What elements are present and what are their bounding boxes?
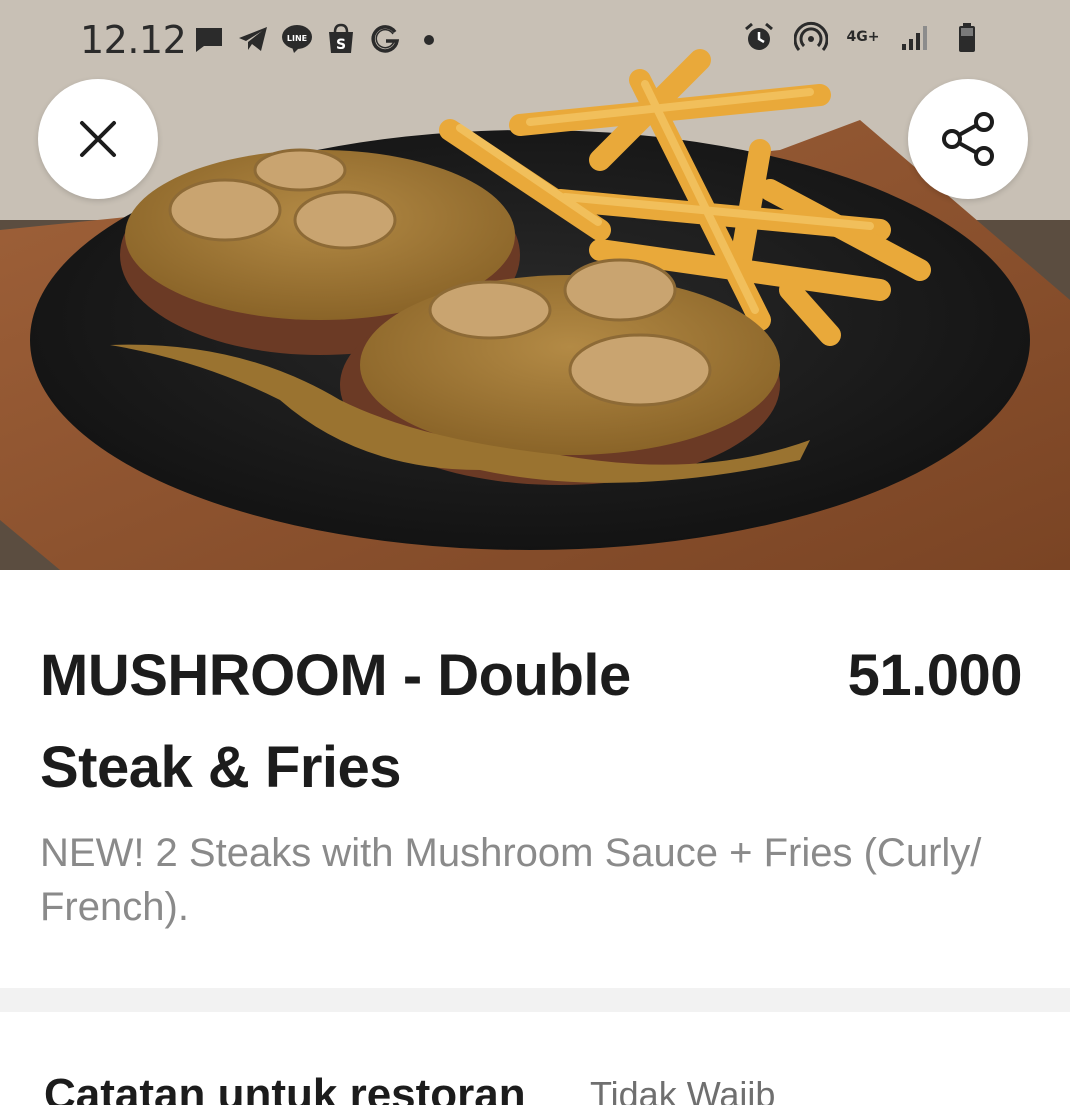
network-4g-icon: 4G+ <box>846 29 880 45</box>
telegram-icon <box>236 22 270 56</box>
close-button[interactable] <box>38 79 158 199</box>
signal-icon <box>898 20 932 54</box>
hotspot-icon <box>794 20 828 54</box>
system-icons: 4G+ <box>742 20 984 54</box>
food-hero-image: 12.12 LINE S 4G+ <box>0 0 1070 570</box>
shopee-icon: S <box>324 22 358 56</box>
chat-bubble-icon <box>192 22 226 56</box>
share-icon <box>942 112 994 166</box>
battery-icon <box>950 20 984 54</box>
item-price: 51.000 <box>847 643 1023 708</box>
status-time: 12.12 <box>80 18 187 62</box>
notes-optional-label: Tidak Wajib <box>590 1074 776 1105</box>
notification-icons: LINE S <box>192 22 446 56</box>
restaurant-notes-section[interactable]: Catatan untuk restoran Tidak Wajib <box>0 1012 1070 1105</box>
item-description: NEW! 2 Steaks with Mushroom Sauce + Frie… <box>40 831 982 929</box>
line-icon: LINE <box>280 22 314 56</box>
close-icon <box>80 121 116 157</box>
steak-photo <box>0 0 1070 570</box>
section-divider <box>0 988 1070 1012</box>
alarm-icon <box>742 20 776 54</box>
g-icon <box>368 22 402 56</box>
item-title: MUSHROOM - Double Steak & Fries <box>40 643 631 800</box>
notes-title: Catatan untuk restoran <box>44 1070 526 1105</box>
share-button[interactable] <box>908 79 1028 199</box>
svg-text:LINE: LINE <box>287 34 307 43</box>
svg-text:S: S <box>336 37 346 53</box>
dot-icon <box>412 22 446 56</box>
status-bar: 12.12 LINE S 4G+ <box>0 0 1070 80</box>
item-info: MUSHROOM - Double Steak & Fries 51.000 N… <box>0 570 1070 988</box>
